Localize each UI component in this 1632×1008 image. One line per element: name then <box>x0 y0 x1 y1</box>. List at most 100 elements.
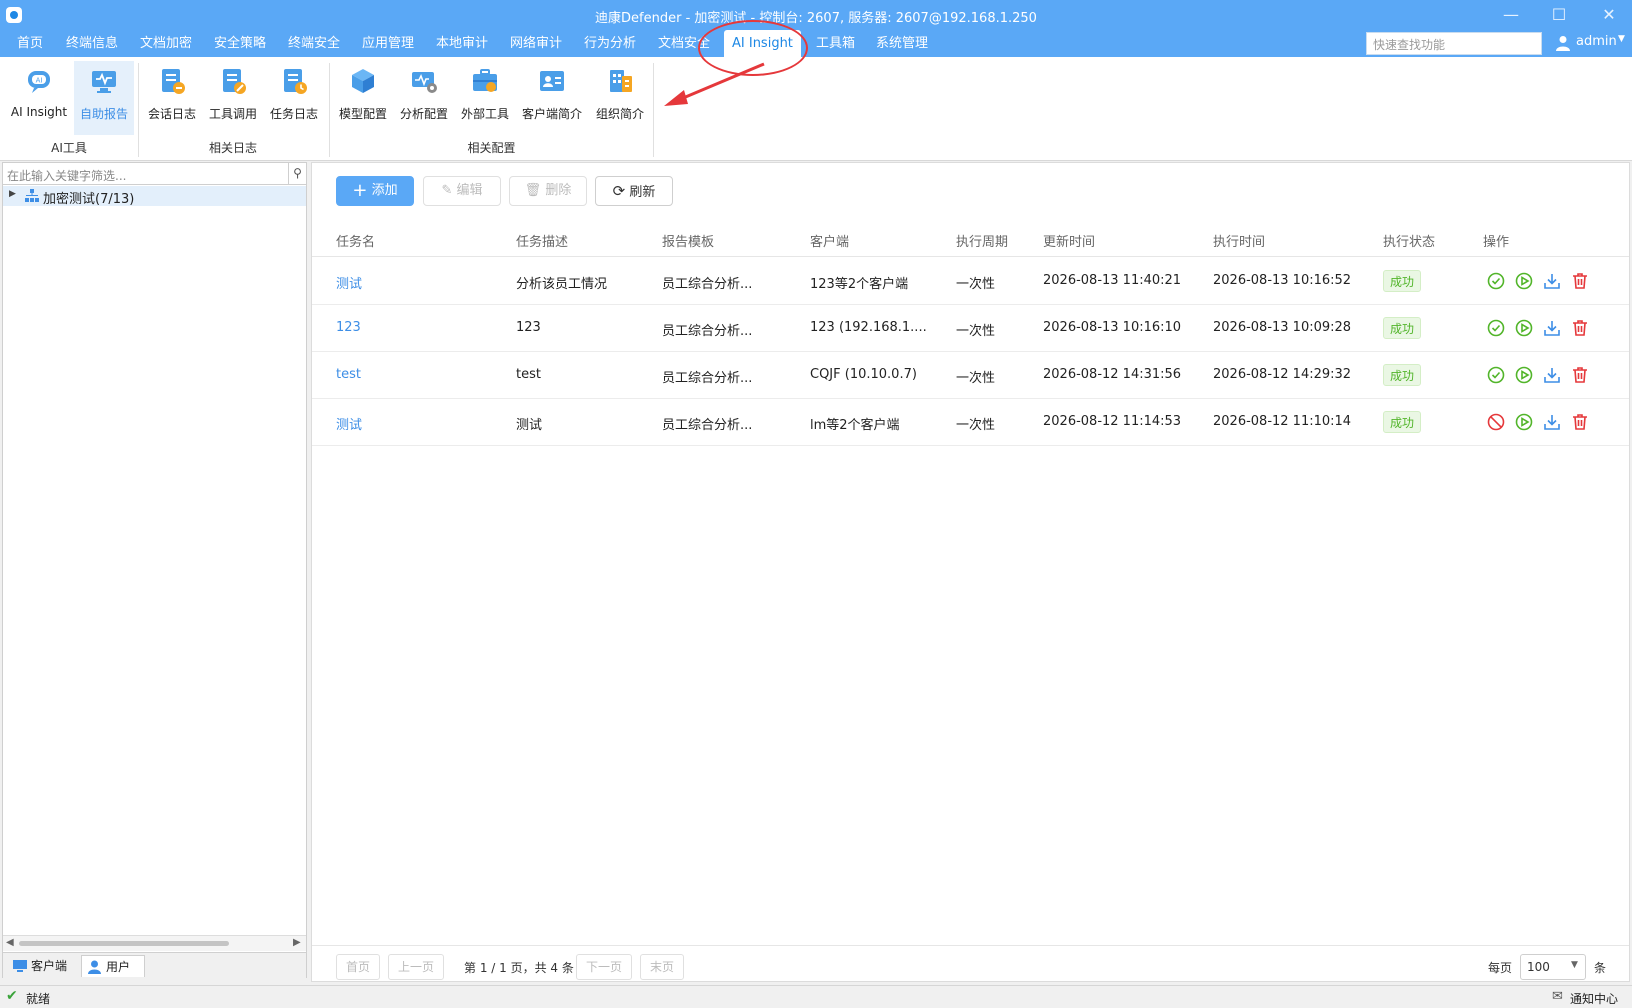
toolbox-icon <box>471 67 499 95</box>
table-row[interactable]: 测试 测试 员工综合分析... lm等2个客户端 一次性 2026-08-12 … <box>312 399 1629 446</box>
download-icon[interactable] <box>1542 318 1562 338</box>
menu-item-app-management[interactable]: 应用管理 <box>354 30 422 57</box>
client: lm等2个客户端 <box>810 418 900 433</box>
download-icon[interactable] <box>1542 271 1562 291</box>
column-task-desc[interactable]: 任务描述 <box>516 231 568 250</box>
ribbon-task-log-button[interactable]: 任务日志 <box>264 61 324 135</box>
ribbon-ai-insight-button[interactable]: AI AI Insight <box>4 61 74 135</box>
refresh-button[interactable]: ⟳ 刷新 <box>595 176 673 206</box>
column-updated-time[interactable]: 更新时间 <box>1043 231 1095 250</box>
menu-item-system-management[interactable]: 系统管理 <box>868 30 936 57</box>
menu-item-security-policy[interactable]: 安全策略 <box>206 30 274 57</box>
ribbon-external-tools-button[interactable]: 外部工具 <box>455 61 515 135</box>
task-name-link[interactable]: test <box>336 367 361 382</box>
delete-icon[interactable] <box>1570 365 1590 385</box>
close-icon[interactable]: ✕ <box>1594 4 1624 26</box>
ready-check-icon: ✔ <box>6 988 18 1004</box>
play-circle-icon[interactable] <box>1514 271 1534 291</box>
column-executed-time[interactable]: 执行时间 <box>1213 231 1265 250</box>
scroll-left-icon[interactable]: ◀ <box>6 937 14 948</box>
menu-item-network-audit[interactable]: 网络审计 <box>502 30 570 57</box>
menu-item-terminal-security[interactable]: 终端安全 <box>280 30 348 57</box>
last-page-button[interactable]: 末页 <box>640 954 684 980</box>
per-page-select[interactable]: 100 ▼ <box>1520 954 1586 980</box>
delete-icon[interactable] <box>1570 318 1590 338</box>
tree-filter-box[interactable]: 在此输入关键字筛选... ⚲ <box>3 163 306 185</box>
play-circle-icon[interactable] <box>1514 318 1534 338</box>
delete-icon[interactable] <box>1570 271 1590 291</box>
ribbon-client-profile-button[interactable]: 客户端简介 <box>516 61 588 135</box>
download-icon[interactable] <box>1542 412 1562 432</box>
scroll-right-icon[interactable]: ▶ <box>293 937 301 948</box>
task-name-link[interactable]: 测试 <box>336 273 362 292</box>
menu-item-doc-encryption[interactable]: 文档加密 <box>132 30 200 57</box>
column-period[interactable]: 执行周期 <box>956 231 1008 250</box>
prev-page-button[interactable]: 上一页 <box>388 954 444 980</box>
org-tree-icon <box>25 189 39 202</box>
add-button[interactable]: + 添加 <box>336 176 414 206</box>
analysis-settings-icon <box>410 67 438 95</box>
quick-search-input[interactable]: 快速查找功能 <box>1366 32 1542 55</box>
tab-clients[interactable]: 客户端 <box>7 955 77 977</box>
table-row[interactable]: 123 123 员工综合分析... 123 (192.168.1.... 一次性… <box>312 305 1629 352</box>
ribbon-label: 工具调用 <box>208 107 257 121</box>
updated-time: 2026-08-12 11:14:53 <box>1043 414 1182 429</box>
column-task-name[interactable]: 任务名 <box>336 231 375 250</box>
menu-item-behavior-analysis[interactable]: 行为分析 <box>576 30 644 57</box>
executed-time: 2026-08-12 11:10:14 <box>1213 414 1352 429</box>
menu-item-terminal-info[interactable]: 终端信息 <box>58 30 126 57</box>
table-row[interactable]: 测试 分析该员工情况 员工综合分析... 123等2个客户端 一次性 2026-… <box>312 258 1629 305</box>
check-circle-icon[interactable] <box>1486 271 1506 291</box>
ban-icon[interactable] <box>1486 412 1506 432</box>
period: 一次性 <box>956 418 996 433</box>
menu-item-local-audit[interactable]: 本地审计 <box>428 30 496 57</box>
page-info: 第 1 / 1 页，共 4 条 <box>464 961 574 975</box>
ribbon-analysis-config-button[interactable]: 分析配置 <box>394 61 454 135</box>
ribbon-tool-call-button[interactable]: 工具调用 <box>203 61 263 135</box>
edit-button[interactable]: ✎ 编辑 <box>423 176 501 206</box>
pencil-icon: ✎ <box>441 183 453 198</box>
mail-icon: ✉ <box>1552 989 1563 1004</box>
minimize-icon[interactable]: — <box>1496 4 1526 26</box>
expand-arrow-icon[interactable]: ▶ <box>9 189 16 199</box>
column-client[interactable]: 客户端 <box>810 231 849 250</box>
plus-icon: + <box>352 180 368 201</box>
tab-label: 客户端 <box>31 959 68 973</box>
task-name-link[interactable]: 测试 <box>336 414 362 433</box>
scrollbar-thumb[interactable] <box>19 941 229 946</box>
play-circle-icon[interactable] <box>1514 412 1534 432</box>
play-circle-icon[interactable] <box>1514 365 1534 385</box>
client: CQJF (10.10.0.7) <box>810 367 917 382</box>
maximize-icon[interactable]: ☐ <box>1544 4 1574 26</box>
ribbon-session-log-button[interactable]: 会话日志 <box>142 61 202 135</box>
search-icon[interactable]: ⚲ <box>288 163 306 184</box>
check-circle-icon[interactable] <box>1486 365 1506 385</box>
table-row[interactable]: test test 员工综合分析... CQJF (10.10.0.7) 一次性… <box>312 352 1629 399</box>
download-icon[interactable] <box>1542 365 1562 385</box>
status-badge: 成功 <box>1383 270 1422 292</box>
status-bar: ✔ 就绪 ✉ 通知中心 <box>0 985 1632 1008</box>
task-name-link[interactable]: 123 <box>336 320 361 335</box>
column-status[interactable]: 执行状态 <box>1383 231 1435 250</box>
first-page-button[interactable]: 首页 <box>336 954 380 980</box>
ribbon-self-report-button[interactable]: 自助报告 <box>74 61 134 135</box>
tree-filter-input[interactable]: 在此输入关键字筛选... <box>7 167 126 184</box>
column-report-template[interactable]: 报告模板 <box>662 231 714 250</box>
menu-item-toolbox[interactable]: 工具箱 <box>808 30 863 57</box>
ribbon-group-ai-tools: AI工具 <box>51 141 87 155</box>
client: 123 (192.168.1.... <box>810 320 927 335</box>
next-page-button[interactable]: 下一页 <box>576 954 632 980</box>
menu-item-home[interactable]: 首页 <box>9 30 51 57</box>
ribbon-model-config-button[interactable]: 模型配置 <box>333 61 393 135</box>
tree-item-root[interactable]: ▶ 加密测试(7/13) <box>3 186 306 207</box>
per-page-value: 100 <box>1527 960 1550 974</box>
delete-icon[interactable] <box>1570 412 1590 432</box>
check-circle-icon[interactable] <box>1486 318 1506 338</box>
tab-users[interactable]: 用户 <box>81 955 145 977</box>
trash-icon: 🗑 <box>524 183 542 198</box>
delete-button[interactable]: 🗑 删除 <box>509 176 587 206</box>
chevron-down-icon: ▼ <box>1618 34 1625 44</box>
ribbon-org-profile-button[interactable]: 组织简介 <box>590 61 650 135</box>
horizontal-scrollbar[interactable]: ◀ ▶ <box>3 935 306 951</box>
period: 一次性 <box>956 324 996 339</box>
